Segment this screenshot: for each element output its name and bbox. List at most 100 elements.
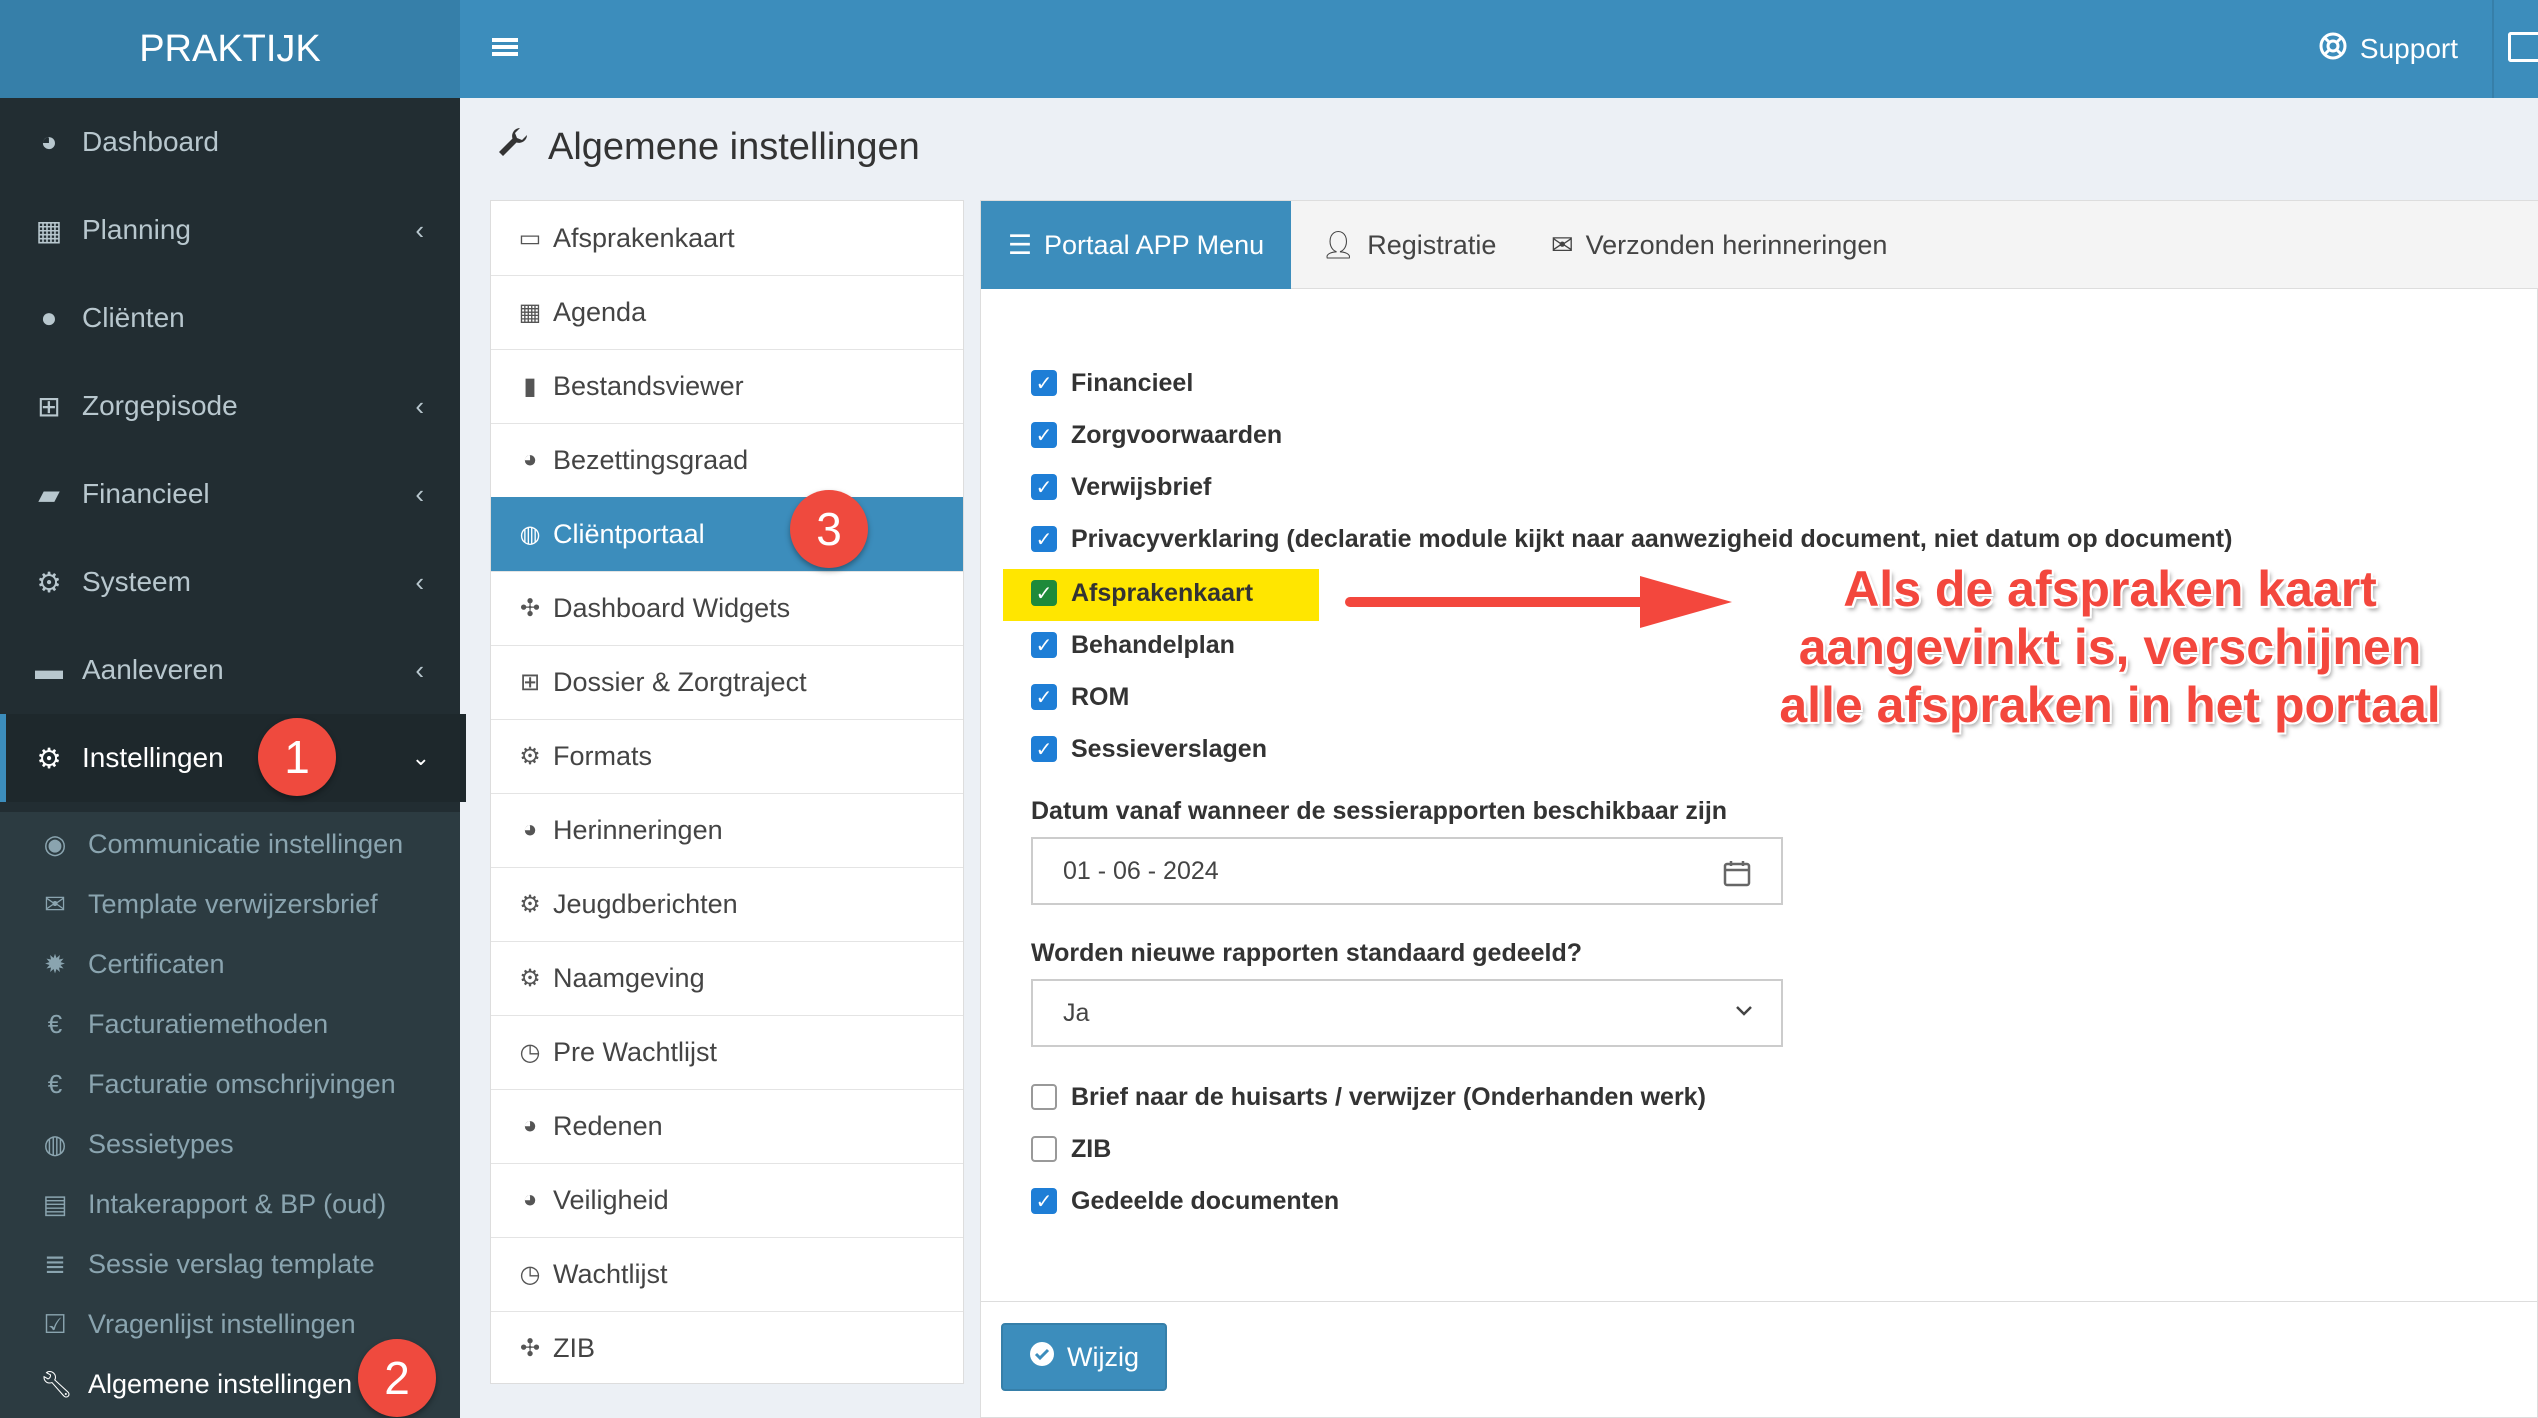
checkbox-zib[interactable]: ZIB — [1031, 1129, 1111, 1169]
menu-toggle-icon[interactable] — [490, 30, 530, 70]
settings-item-dashboard-widgets[interactable]: ✣ Dashboard Widgets — [491, 571, 963, 646]
annotation-line-2: aangevinkt is, verschijnen — [1798, 619, 2422, 675]
submenu-item-label: Facturatie omschrijvingen — [88, 1068, 396, 1099]
calendar-icon[interactable] — [1723, 859, 1751, 894]
settings-list: ▭ Afsprakenkaart ▦ Agenda ▮ Bestandsviewer … — [490, 200, 964, 1384]
settings-item-label: Agenda — [553, 296, 647, 327]
settings-item-afsprakenkaart[interactable]: ▭ Afsprakenkaart — [491, 201, 963, 276]
check-circle-icon — [1029, 1341, 1055, 1374]
puzzle-icon: ✣ — [519, 594, 541, 622]
euro-icon: € — [47, 1008, 63, 1039]
medkit-icon: ⊞ — [37, 390, 61, 422]
clock-icon: ◷ — [519, 1260, 541, 1288]
gear-icon: ⚙ — [36, 742, 62, 774]
pie-chart-icon: ◕ — [522, 446, 538, 473]
submenu-item-facturatiemethoden[interactable]: € Facturatiemethoden — [0, 994, 460, 1054]
brand-logo[interactable]: PRAKTIJK — [0, 0, 460, 98]
clock-icon: ◷ — [519, 1038, 541, 1066]
checkbox-financieel[interactable]: ✓ Financieel — [1031, 363, 1193, 403]
settings-item-veiligheid[interactable]: ◕ Veiligheid — [491, 1163, 963, 1238]
envelope-icon[interactable] — [2508, 32, 2538, 62]
checkbox-checked-icon[interactable]: ✓ — [1031, 580, 1057, 606]
submenu-item-communicatie[interactable]: ◉ Communicatie instellingen — [0, 814, 460, 874]
submenu-item-certificaten[interactable]: ✹ Certificaten — [0, 934, 460, 994]
checkbox-checked-icon[interactable]: ✓ — [1031, 684, 1057, 710]
checkbox-rom[interactable]: ✓ ROM — [1031, 677, 1129, 717]
submenu-item-label: Intakerapport & BP (oud) — [88, 1188, 387, 1219]
sidebar-item-label: Planning — [82, 214, 191, 245]
chevron-left-icon: ‹ — [415, 566, 424, 597]
check-square-icon: ☑ — [43, 1308, 67, 1339]
pie-chart-icon: ◕ — [522, 1186, 538, 1213]
checkbox-afsprakenkaart[interactable]: ✓ Afsprakenkaart — [1031, 573, 1253, 613]
calendar-icon: ▦ — [35, 214, 63, 246]
submenu-item-label: Communicatie instellingen — [88, 828, 404, 859]
settings-item-formats[interactable]: ⚙ Formats — [491, 719, 963, 794]
checkbox-behandelplan[interactable]: ✓ Behandelplan — [1031, 625, 1235, 665]
settings-item-pre-wachtlijst[interactable]: ◷ Pre Wachtlijst — [491, 1015, 963, 1090]
date-input[interactable]: 01 - 06 - 2024 — [1031, 837, 1783, 905]
settings-item-label: Bestandsviewer — [553, 370, 744, 401]
settings-item-bestandsviewer[interactable]: ▮ Bestandsviewer — [491, 349, 963, 424]
submenu-item-facturatie-omschrijvingen[interactable]: € Facturatie omschrijvingen — [0, 1054, 460, 1114]
checkbox-unchecked-icon[interactable] — [1031, 1084, 1057, 1110]
sidebar-item-planning[interactable]: ▦ Planning ‹ — [0, 186, 460, 274]
checkbox-label: Brief naar de huisarts / verwijzer (Onde… — [1071, 1082, 1706, 1111]
settings-item-bezettingsgraad[interactable]: ◕ Bezettingsgraad — [491, 423, 963, 498]
settings-item-label: Jeugdberichten — [553, 888, 738, 919]
submenu-item-label: Algemene instellingen — [88, 1368, 353, 1399]
support-link[interactable]: Support — [2318, 0, 2458, 98]
settings-item-label: Cliëntportaal — [553, 518, 705, 549]
checkbox-verwijsbrief[interactable]: ✓ Verwijsbrief — [1031, 467, 1211, 507]
checkbox-checked-icon[interactable]: ✓ — [1031, 474, 1057, 500]
checkbox-checked-icon[interactable]: ✓ — [1031, 1188, 1057, 1214]
settings-item-herinneringen[interactable]: ◕ Herinneringen — [491, 793, 963, 868]
sidebar-item-dashboard[interactable]: ◕ Dashboard — [0, 98, 460, 186]
sidebar-item-systeem[interactable]: ⚙ Systeem ‹ — [0, 538, 460, 626]
checkbox-checked-icon[interactable]: ✓ — [1031, 370, 1057, 396]
sidebar-item-financieel[interactable]: ▰ Financieel ‹ — [0, 450, 460, 538]
submenu-item-sessie-verslag-template[interactable]: ≣ Sessie verslag template — [0, 1234, 460, 1294]
gear-icon: ⚙ — [519, 964, 541, 992]
submenu-item-sessietypes[interactable]: ◍ Sessietypes — [0, 1114, 460, 1174]
chevron-left-icon: ‹ — [415, 478, 424, 509]
tab-registratie[interactable]: 👤︎ Registratie — [1321, 201, 1496, 289]
checkbox-checked-icon[interactable]: ✓ — [1031, 736, 1057, 762]
file-icon: ▮ — [523, 372, 537, 400]
sidebar-item-zorgepisode[interactable]: ⊞ Zorgepisode ‹ — [0, 362, 460, 450]
settings-item-dossier-zorgtraject[interactable]: ⊞ Dossier & Zorgtraject — [491, 645, 963, 720]
settings-item-redenen[interactable]: ◕ Redenen — [491, 1089, 963, 1164]
certificate-icon: ✹ — [44, 948, 66, 979]
settings-item-naamgeving[interactable]: ⚙ Naamgeving — [491, 941, 963, 1016]
settings-item-label: Formats — [553, 740, 653, 771]
tab-verzonden-herinneringen[interactable]: ✉ Verzonden herinneringen — [1551, 201, 1887, 289]
chevron-down-icon: ⌄ — [411, 745, 430, 770]
settings-item-agenda[interactable]: ▦ Agenda — [491, 275, 963, 350]
checkbox-brief-huisarts[interactable]: Brief naar de huisarts / verwijzer (Onde… — [1031, 1077, 1706, 1117]
settings-item-zib[interactable]: ✣ ZIB — [491, 1311, 963, 1385]
checkbox-sessieverslagen[interactable]: ✓ Sessieverslagen — [1031, 729, 1267, 769]
globe-icon: ◍ — [43, 1128, 67, 1159]
checkbox-privacyverklaring[interactable]: ✓ Privacyverklaring (declaratie module ki… — [1031, 519, 2232, 559]
submenu-item-intakerapport[interactable]: ▤ Intakerapport & BP (oud) — [0, 1174, 460, 1234]
tab-portaal-app-menu[interactable]: ☰ Portaal APP Menu — [981, 201, 1291, 289]
sidebar-item-aanleveren[interactable]: ▬ Aanleveren ‹ — [0, 626, 460, 714]
settings-item-jeugdberichten[interactable]: ⚙ Jeugdberichten — [491, 867, 963, 942]
settings-item-clientportaal[interactable]: ◍ Cliëntportaal — [491, 497, 963, 572]
checkbox-checked-icon[interactable]: ✓ — [1031, 422, 1057, 448]
checkbox-checked-icon[interactable]: ✓ — [1031, 526, 1057, 552]
date-input-value: 01 - 06 - 2024 — [1063, 856, 1219, 885]
settings-item-wachtlijst[interactable]: ◷ Wachtlijst — [491, 1237, 963, 1312]
sidebar-item-clienten[interactable]: ● Cliënten — [0, 274, 460, 362]
submenu-item-template-verwijzersbrief[interactable]: ✉ Template verwijzersbrief — [0, 874, 460, 934]
checkbox-gedeelde-documenten[interactable]: ✓ Gedeelde documenten — [1031, 1181, 1339, 1221]
wijzig-button[interactable]: Wijzig — [1001, 1323, 1167, 1391]
tab-bar: ☰ Portaal APP Menu 👤︎ Registratie ✉ Verz… — [981, 201, 2538, 289]
checkbox-zorgvoorwaarden[interactable]: ✓ Zorgvoorwaarden — [1031, 415, 1282, 455]
checkbox-checked-icon[interactable]: ✓ — [1031, 632, 1057, 658]
pie-chart-icon: ◕ — [522, 1112, 538, 1139]
share-select[interactable]: Ja — [1031, 979, 1783, 1047]
checkbox-unchecked-icon[interactable] — [1031, 1136, 1057, 1162]
sidebar-item-label: Systeem — [82, 566, 191, 597]
sidebar-item-instellingen[interactable]: ⚙ Instellingen ⌄ — [0, 714, 466, 802]
